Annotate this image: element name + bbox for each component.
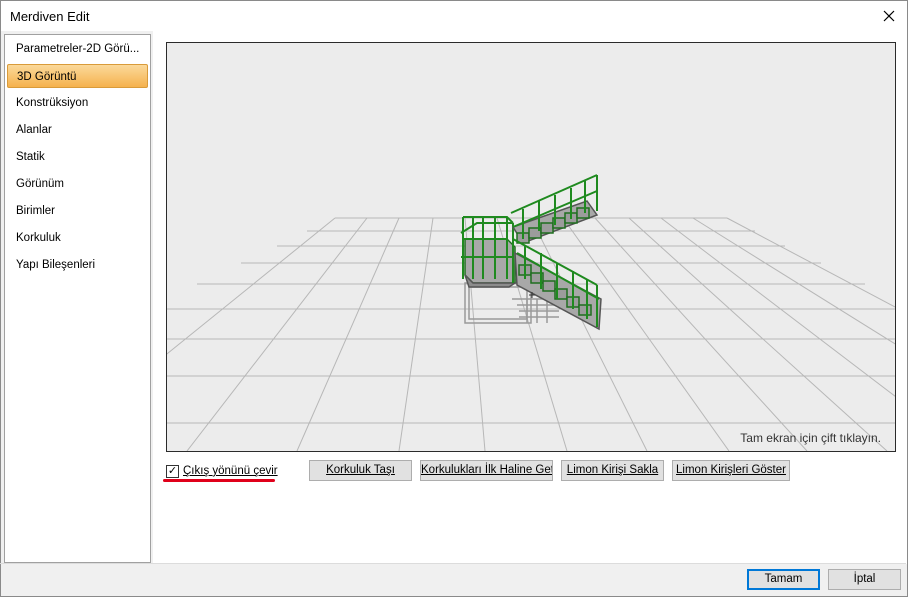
- red-underline-annotation: [163, 479, 275, 482]
- window-title: Merdiven Edit: [10, 9, 90, 24]
- sidebar-item-units[interactable]: Birimler: [7, 199, 148, 223]
- fullscreen-hint: Tam ekran için çift tıklayın.: [740, 431, 881, 445]
- close-button[interactable]: [871, 1, 907, 31]
- reset-railings-button[interactable]: Korkulukları İlk Haline Getir: [420, 460, 553, 481]
- flip-exit-checkbox[interactable]: ✓: [166, 464, 179, 478]
- close-icon: [883, 10, 895, 22]
- flip-exit-label: Çıkış yönünü çevir: [183, 465, 278, 477]
- sidebar: Parametreler-2D Görü... 3D Görüntü Konst…: [4, 34, 151, 563]
- cancel-button[interactable]: İptal: [828, 569, 901, 590]
- flip-exit-option[interactable]: ✓ Çıkış yönünü çevir: [166, 463, 278, 479]
- show-stringers-button[interactable]: Limon Kirişleri Göster: [672, 460, 790, 481]
- ok-button[interactable]: Tamam: [747, 569, 820, 590]
- 3d-scene: [167, 174, 895, 451]
- sidebar-item-building-components[interactable]: Yapı Bileşenleri: [7, 253, 148, 277]
- sidebar-item-parameters-2d[interactable]: Parametreler-2D Görü...: [7, 37, 148, 61]
- hide-stringer-button[interactable]: Limon Kirişi Sakla: [561, 460, 664, 481]
- sidebar-item-appearance[interactable]: Görünüm: [7, 172, 148, 196]
- sidebar-item-static[interactable]: Statik: [7, 145, 148, 169]
- sidebar-item-construction[interactable]: Konstrüksiyon: [7, 91, 148, 115]
- title-bar: Merdiven Edit: [1, 1, 907, 31]
- 3d-viewport[interactable]: Tam ekran için çift tıklayın.: [166, 42, 896, 452]
- footer-separator: [0, 563, 906, 564]
- sidebar-item-railing[interactable]: Korkuluk: [7, 226, 148, 250]
- move-railing-button[interactable]: Korkuluk Taşı: [309, 460, 412, 481]
- sidebar-item-areas[interactable]: Alanlar: [7, 118, 148, 142]
- sidebar-item-3d-view[interactable]: 3D Görüntü: [7, 64, 148, 88]
- ground-grid: [167, 217, 895, 451]
- check-icon: ✓: [167, 464, 178, 477]
